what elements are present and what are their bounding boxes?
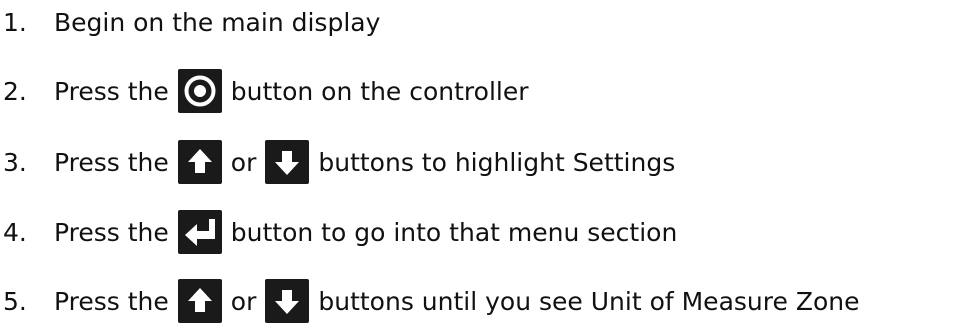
up-arrow-icon: [177, 279, 222, 323]
step-text: Press the: [54, 76, 169, 106]
step-number: 5.: [3, 286, 27, 316]
step-text: buttons to highlight Settings: [318, 147, 676, 177]
step-number: 3.: [3, 147, 27, 177]
step-1: 1. Begin on the main display: [3, 0, 380, 44]
step-5: 5. Press the or buttons until you see Un…: [3, 279, 859, 323]
step-text: button to go into that menu section: [230, 217, 678, 247]
step-number: 2.: [3, 76, 27, 106]
step-text: Begin on the main display: [54, 7, 381, 37]
step-text: Press the: [54, 217, 169, 247]
step-3: 3. Press the or buttons to highlight Set…: [3, 140, 675, 184]
step-2: 2. Press the button on the controller: [3, 69, 529, 113]
up-arrow-icon: [177, 140, 222, 184]
step-number: 4.: [3, 217, 27, 247]
step-text: or: [230, 147, 257, 177]
step-text: or: [230, 286, 257, 316]
step-text: Press the: [54, 147, 169, 177]
down-arrow-icon: [265, 140, 310, 184]
enter-return-icon: [177, 210, 222, 254]
step-text: button on the controller: [230, 76, 529, 106]
step-text: Press the: [54, 286, 169, 316]
step-4: 4. Press the button to go into that menu…: [3, 210, 677, 254]
down-arrow-icon: [265, 279, 310, 323]
step-text: buttons until you see Unit of Measure Zo…: [318, 286, 860, 316]
target-button-icon: [177, 69, 222, 113]
instruction-steps: 1. Begin on the main display 2. Press th…: [0, 0, 962, 333]
step-number: 1.: [3, 7, 27, 37]
